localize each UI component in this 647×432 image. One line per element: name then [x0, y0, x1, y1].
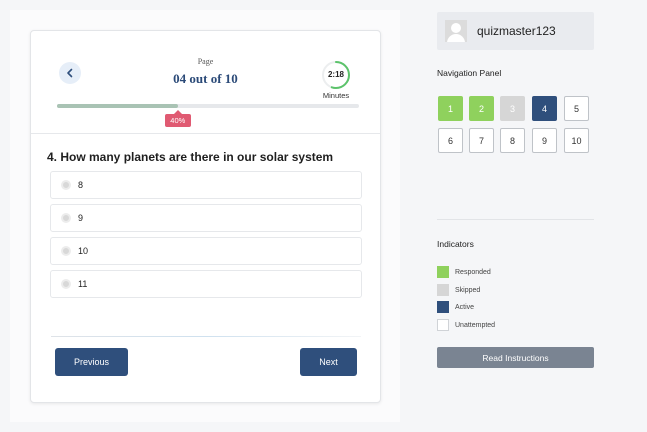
option-label: 10	[78, 246, 89, 256]
legend-label: Active	[455, 303, 475, 311]
panel-divider	[437, 219, 594, 220]
option-label: 9	[78, 213, 84, 223]
legend-swatch	[437, 266, 449, 278]
nav-question-10[interactable]: 10	[564, 128, 589, 153]
progress-badge: 40%	[164, 110, 191, 127]
legend-active: Active	[437, 301, 474, 313]
nav-question-6[interactable]: 6	[438, 128, 463, 153]
timer: 2:18	[321, 60, 351, 90]
timer-unit: Minutes	[322, 91, 350, 100]
quiz-panel: Page 04 out of 10 2:18 Minutes 40% 4. Ho…	[10, 10, 400, 422]
nav-question-9[interactable]: 9	[532, 128, 557, 153]
option-3[interactable]: 10	[50, 237, 362, 265]
radio-button[interactable]	[61, 246, 71, 256]
timer-value: 2:18	[327, 70, 344, 79]
navigation-panel-title: Navigation Panel	[437, 68, 502, 78]
legend-label: Unattempted	[455, 321, 496, 329]
legend-label: Responded	[455, 268, 491, 276]
radio-button[interactable]	[61, 279, 71, 289]
nav-question-7[interactable]: 7	[469, 128, 494, 153]
progress-fill	[57, 104, 178, 108]
nav-question-1[interactable]: 1	[438, 96, 463, 121]
next-button[interactable]: Next	[300, 348, 357, 376]
option-4[interactable]: 11	[50, 270, 362, 298]
legend-label: Skipped	[455, 286, 481, 294]
legend-swatch	[437, 301, 449, 313]
read-instructions-button[interactable]: Read Instructions	[437, 347, 594, 368]
radio-button[interactable]	[61, 180, 71, 190]
legend-skipped: Skipped	[437, 284, 480, 296]
user-avatar-icon	[445, 20, 467, 42]
progress-bar	[57, 104, 359, 108]
option-label: 11	[78, 279, 88, 289]
radio-button[interactable]	[61, 213, 71, 223]
previous-button[interactable]: Previous	[55, 348, 128, 376]
option-1[interactable]: 8	[50, 171, 362, 199]
nav-question-3[interactable]: 3	[500, 96, 525, 121]
legend-swatch	[437, 284, 449, 296]
footer-divider	[51, 336, 361, 337]
user-profile: quizmaster123	[437, 12, 594, 50]
question-text: 4. How many planets are there in our sol…	[47, 150, 334, 164]
legend-swatch	[437, 319, 449, 331]
legend-responded: Responded	[437, 266, 491, 278]
nav-question-5[interactable]: 5	[564, 96, 589, 121]
option-label: 8	[78, 180, 84, 190]
nav-question-4[interactable]: 4	[532, 96, 557, 121]
legend-unattempted: Unattempted	[437, 319, 495, 331]
option-2[interactable]: 9	[50, 204, 362, 232]
header-divider	[31, 133, 380, 134]
question-card: Page 04 out of 10 2:18 Minutes 40% 4. Ho…	[30, 30, 381, 403]
indicators-title: Indicators	[437, 239, 474, 249]
username: quizmaster123	[477, 24, 556, 38]
nav-question-2[interactable]: 2	[469, 96, 494, 121]
nav-question-8[interactable]: 8	[500, 128, 525, 153]
